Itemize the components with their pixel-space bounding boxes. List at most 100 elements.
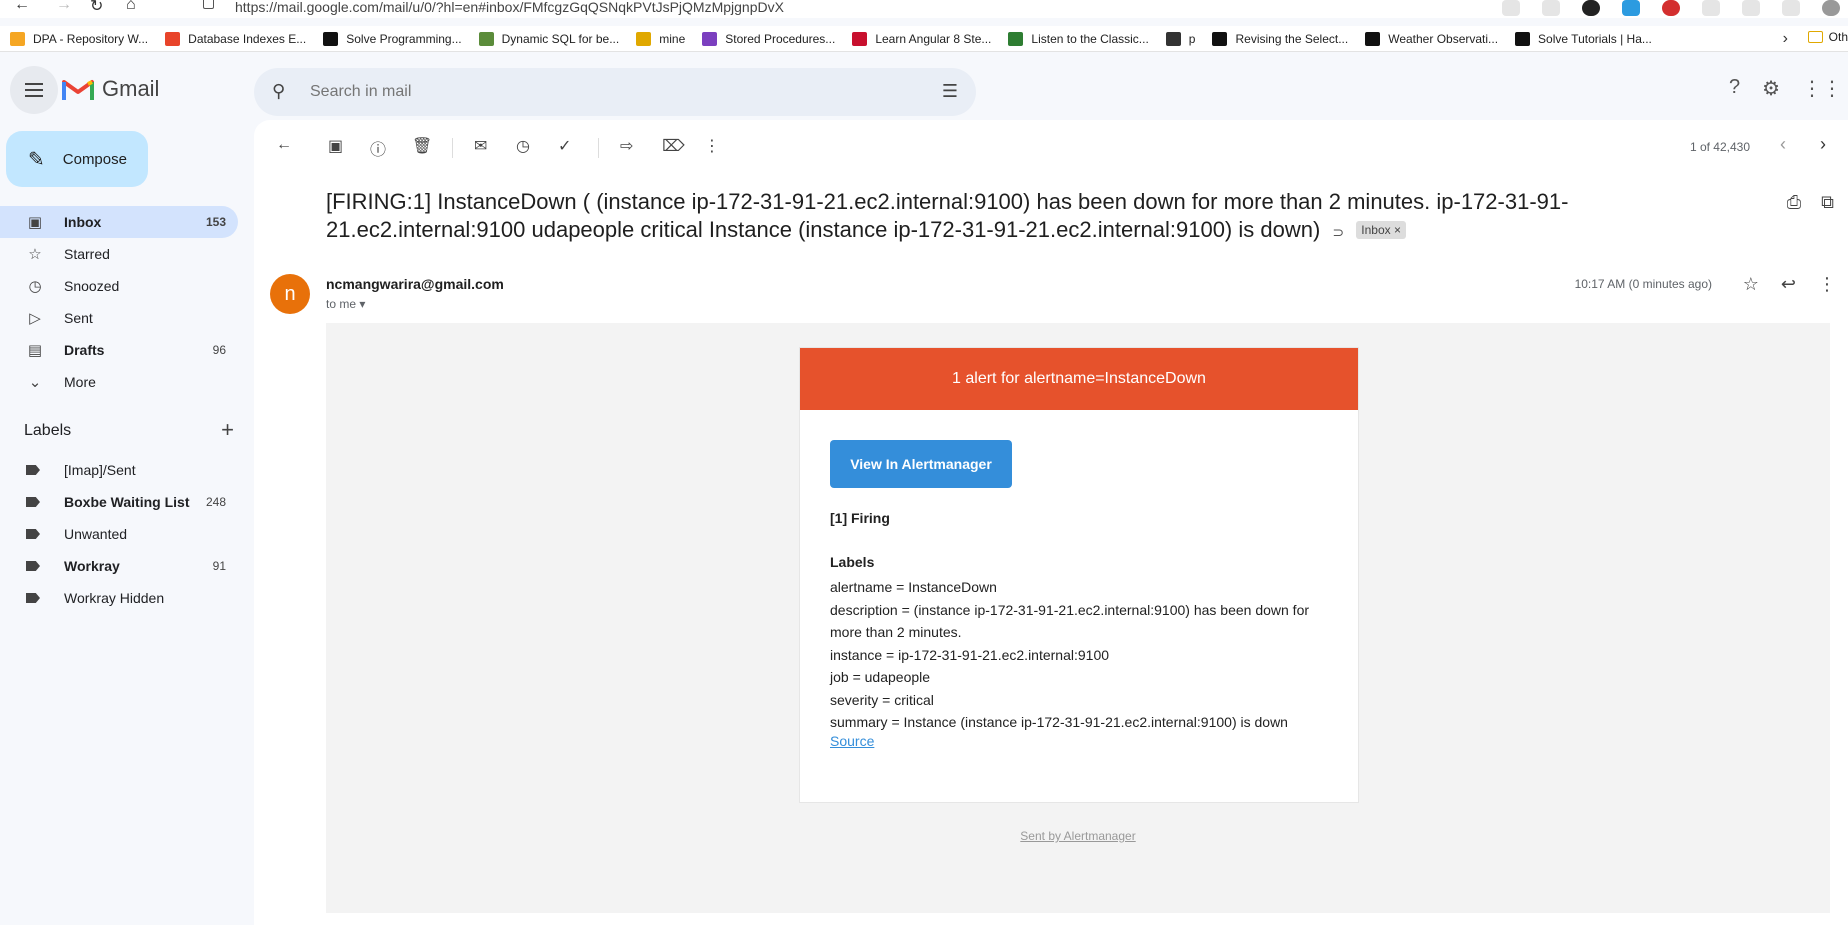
reload-icon[interactable]: ↻ (90, 0, 103, 16)
back-arrow-icon[interactable]: ← (14, 0, 30, 14)
archive-icon[interactable]: ▣ (328, 136, 343, 156)
other-bookmarks[interactable]: Oth (1807, 30, 1848, 44)
inbox-icon: ▣ (27, 214, 43, 231)
search-options-icon[interactable]: ☰ (942, 81, 958, 102)
bookmark-item[interactable]: Listen to the Classic... (1008, 31, 1149, 46)
importance-marker-icon[interactable]: ⊃ (1332, 224, 1344, 240)
sender-email[interactable]: ncmangwarira@gmail.com (326, 276, 504, 292)
sent-by-alertmanager-link[interactable]: Sent by Alertmanager (326, 829, 1830, 843)
label-tag-icon (26, 529, 40, 539)
apps-grid-icon[interactable]: ⋮⋮ (1802, 76, 1842, 101)
delete-trash-icon[interactable]: 🗑 (412, 136, 432, 156)
main-menu-button[interactable] (10, 66, 58, 114)
bookmark-favicon-icon (1165, 31, 1181, 46)
sidebar-item-starred[interactable]: ☆ Starred (0, 238, 238, 270)
folder-icon (1807, 31, 1823, 43)
bookmark-label: mine (659, 31, 686, 46)
bookmark-item[interactable]: Learn Angular 8 Ste... (852, 31, 991, 46)
bookmark-item[interactable]: Stored Procedures... (702, 31, 836, 46)
reply-icon[interactable]: ↩ (1781, 274, 1796, 295)
source-link[interactable]: Source (830, 733, 874, 749)
bookmark-label: Solve Tutorials | Ha... (1538, 31, 1652, 46)
sidebar-item-label: More (64, 374, 96, 390)
sidebar-item-snoozed[interactable]: ◷ Snoozed (0, 270, 238, 302)
snooze-clock-icon[interactable]: ◷ (516, 136, 530, 156)
mark-unread-icon[interactable]: ✉ (474, 136, 487, 156)
other-bookmarks-label: Oth (1828, 30, 1848, 44)
search-bar[interactable]: ⚲ ☰ (254, 68, 976, 116)
label-item[interactable]: [Imap]/Sent (0, 454, 238, 486)
bookmark-item[interactable]: Database Indexes E... (165, 31, 306, 46)
video-icon[interactable] (1622, 0, 1640, 16)
extensions-puzzle-icon[interactable] (1702, 0, 1720, 16)
profile-avatar[interactable] (1822, 0, 1840, 16)
newer-chevron-left-icon[interactable]: ‹ (1780, 134, 1786, 155)
star-icon: ☆ (28, 246, 42, 263)
bookmark-item[interactable]: Solve Programming... (323, 31, 462, 46)
sidebar: ✎ Compose ▣ Inbox 153 ☆ Starred ◷ Snoozed ▷ Sent… (0, 120, 254, 925)
bookmark-favicon-icon (636, 31, 652, 46)
folder-list: ▣ Inbox 153 ☆ Starred ◷ Snoozed ▷ Sent ▤ Drafts 96 ⌄… (0, 206, 238, 398)
address-bar[interactable]: https://mail.google.com/mail/u/0/?hl=en#… (185, 0, 1505, 18)
more-vert-icon[interactable]: ⋮ (1818, 274, 1836, 295)
home-icon[interactable]: ⌂ (126, 0, 136, 14)
bookmark-item[interactable]: DPA - Repository W... (10, 31, 149, 46)
bookmark-label: DPA - Repository W... (33, 31, 149, 46)
back-to-inbox-icon[interactable]: ← (276, 136, 292, 154)
search-icon[interactable]: ⚲ (272, 81, 285, 102)
inbox-label-badge[interactable]: Inbox × (1356, 221, 1406, 239)
favorite-add-icon[interactable] (1542, 0, 1560, 16)
star-icon[interactable]: ☆ (1743, 274, 1759, 295)
bookmark-favicon-icon (1212, 31, 1228, 46)
bookmark-label: Listen to the Classic... (1031, 31, 1149, 46)
bookmark-item[interactable]: Solve Tutorials | Ha... (1515, 31, 1652, 46)
open-new-window-icon[interactable]: ⧉ (1821, 192, 1834, 213)
label-item[interactable]: Workray Hidden (0, 582, 238, 614)
pencil-icon: ✎ (28, 148, 45, 171)
alert-header: 1 alert for alertname=InstanceDown (800, 348, 1358, 410)
favorites-icon[interactable] (1742, 0, 1760, 16)
bookmark-favicon-icon (1515, 31, 1531, 46)
more-options-icon[interactable]: ⋮ (704, 136, 720, 156)
sidebar-item-drafts[interactable]: ▤ Drafts 96 (0, 334, 238, 366)
sidebar-item-sent[interactable]: ▷ Sent (0, 302, 238, 334)
collections-icon[interactable] (1782, 0, 1800, 16)
add-label-icon[interactable]: + (221, 419, 234, 441)
recipient-summary[interactable]: to me ▾ (326, 297, 365, 311)
bookmark-label: Stored Procedures... (725, 31, 836, 46)
notification-extension-icon[interactable] (1662, 0, 1680, 16)
gmail-logo[interactable]: Gmail (62, 76, 159, 102)
move-to-folder-icon[interactable]: ⇨ (620, 136, 633, 156)
bookmark-item[interactable]: Dynamic SQL for be... (478, 31, 619, 46)
view-in-alertmanager-button[interactable]: View In Alertmanager (830, 440, 1012, 488)
labels-heading: Labels (24, 422, 72, 439)
label-item[interactable]: Workray 91 (0, 550, 238, 582)
help-icon[interactable]: ? (1729, 76, 1740, 101)
older-chevron-right-icon[interactable]: › (1820, 134, 1826, 155)
label-item[interactable]: Boxbe Waiting List 248 (0, 486, 238, 518)
extension-icon[interactable] (1582, 0, 1600, 16)
print-icon[interactable]: ⎙ (1787, 192, 1801, 213)
label-tag-icon (26, 465, 40, 475)
sender-avatar[interactable]: n (270, 274, 310, 314)
label-item[interactable]: Unwanted (0, 518, 238, 550)
caret-down-icon[interactable]: ▾ (359, 297, 365, 311)
bookmark-item[interactable]: Weather Observati... (1365, 31, 1498, 46)
labels-heading: Labels (830, 554, 875, 570)
email-body: 1 alert for alertname=InstanceDown View … (326, 323, 1830, 913)
more-bookmarks-chevron-icon[interactable]: › (1783, 30, 1788, 48)
sidebar-item-inbox[interactable]: ▣ Inbox 153 (0, 206, 238, 238)
compose-button[interactable]: ✎ Compose (6, 131, 148, 187)
report-spam-icon[interactable]: ⓘ (370, 136, 386, 160)
settings-gear-icon[interactable]: ⚙ (1762, 76, 1780, 101)
bookmark-favicon-icon (478, 31, 494, 46)
read-aloud-icon[interactable] (1502, 0, 1520, 16)
add-to-tasks-icon[interactable]: ✓ (558, 136, 571, 156)
label-tag-icon[interactable]: ⌦ (662, 136, 685, 156)
forward-arrow-icon[interactable]: → (56, 0, 72, 14)
bookmark-item[interactable]: Revising the Select... (1212, 31, 1348, 46)
sidebar-item-more[interactable]: ⌄ More (0, 366, 238, 398)
search-input[interactable] (310, 80, 870, 104)
bookmark-item[interactable]: mine (636, 31, 686, 46)
bookmark-item[interactable]: p (1165, 31, 1195, 46)
